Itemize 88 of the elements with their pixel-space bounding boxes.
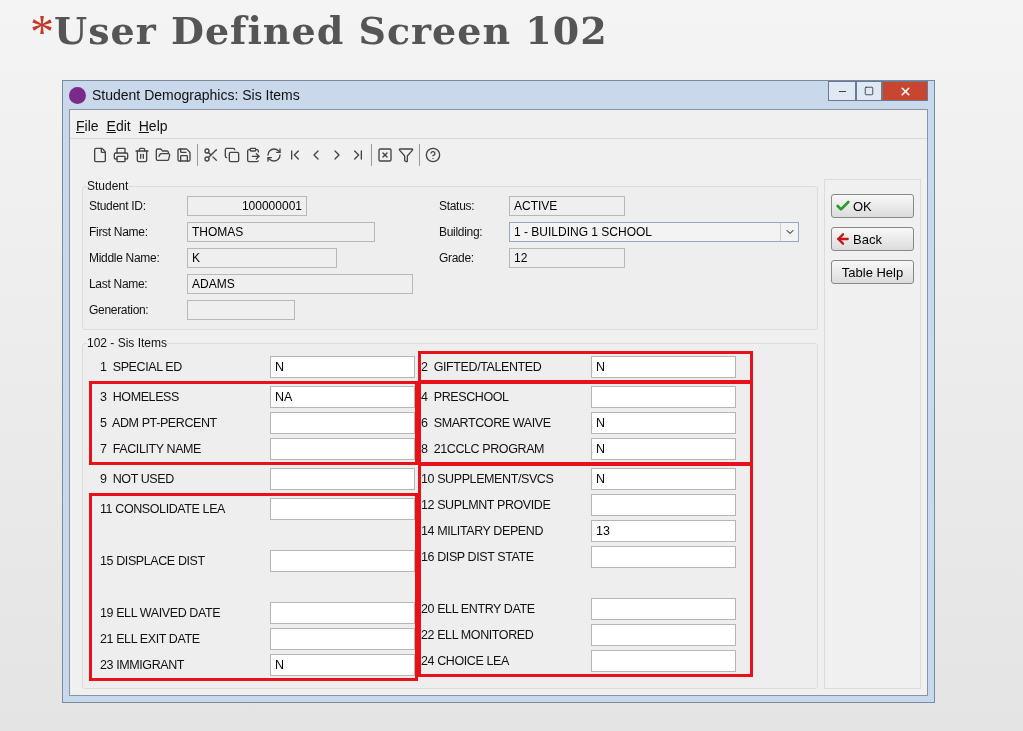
window-title: Student Demographics: Sis Items (92, 87, 301, 103)
input-field[interactable]: N (591, 356, 736, 378)
help-button[interactable]: Table Help (831, 260, 914, 284)
save-icon[interactable] (176, 147, 192, 163)
input-field[interactable] (270, 550, 415, 572)
input-field[interactable] (270, 468, 415, 490)
copy-icon[interactable] (224, 147, 240, 163)
group-title: 102 - Sis Items (87, 336, 168, 350)
input-field[interactable] (591, 650, 736, 672)
input-field[interactable]: K (187, 248, 337, 268)
input-field[interactable] (591, 624, 736, 646)
item-label: 20 ELL ENTRY DATE (421, 602, 536, 616)
help-icon[interactable] (425, 147, 441, 163)
close-icon (898, 84, 912, 98)
input-field[interactable]: 12 (509, 248, 625, 268)
field-label: Status: (439, 199, 476, 213)
item-label: 3 HOMELESS (100, 390, 180, 404)
input-field[interactable]: N (270, 654, 415, 676)
input-field[interactable]: ACTIVE (509, 196, 625, 216)
input-field[interactable] (591, 546, 736, 568)
item-label: 19 ELL WAIVED DATE (100, 606, 222, 620)
input-field[interactable]: NA (270, 386, 415, 408)
close-icon[interactable] (377, 147, 393, 163)
input-field[interactable]: ADAMS (187, 274, 413, 294)
scissors-icon[interactable] (203, 147, 219, 163)
building-dropdown[interactable]: 1 - BUILDING 1 SCHOOL (509, 222, 799, 242)
item-label: 5 ADM PT-PERCENT (100, 416, 218, 430)
item-label: 23 IMMIGRANT (100, 658, 186, 672)
app-logo-icon (69, 86, 86, 104)
input-field[interactable] (187, 300, 295, 320)
item-label: 4 PRESCHOOL (421, 390, 510, 404)
item-label: 24 CHOICE LEA (421, 654, 510, 668)
paste-icon[interactable] (245, 147, 261, 163)
field-label: Generation: (89, 303, 150, 317)
ok-button[interactable]: OK (831, 194, 914, 218)
item-label: 21 ELL EXIT DATE (100, 632, 201, 646)
item-label: 15 DISPLACE DIST (100, 554, 206, 568)
back-button[interactable]: Back (831, 227, 914, 251)
maximize-button[interactable] (856, 81, 882, 101)
input-field[interactable] (270, 438, 415, 460)
item-label: 6 SMARTCORE WAIVE (421, 416, 552, 430)
trash-icon[interactable] (134, 147, 150, 163)
input-field[interactable] (591, 494, 736, 516)
input-field[interactable]: N (591, 412, 736, 434)
field-label: Building: (439, 225, 484, 239)
close-button[interactable] (882, 81, 928, 101)
item-label: 16 DISP DIST STATE (421, 550, 535, 564)
item-label: 9 NOT USED (100, 472, 175, 486)
input-field[interactable] (591, 386, 736, 408)
item-label: 11 CONSOLIDATE LEA (100, 502, 227, 516)
printer-icon[interactable] (113, 147, 129, 163)
item-label: 10 SUPPLEMENT/SVCS (421, 472, 555, 486)
input-field[interactable] (270, 412, 415, 434)
input-field[interactable]: N (591, 468, 736, 490)
item-label: 1 SPECIAL ED (100, 360, 183, 374)
minimize-button[interactable] (828, 81, 856, 101)
filter-icon[interactable] (398, 147, 414, 163)
field-label: First Name: (89, 225, 149, 239)
refresh-icon[interactable] (266, 147, 282, 163)
input-field[interactable] (270, 602, 415, 624)
field-label: Student ID: (89, 199, 147, 213)
input-field[interactable] (270, 498, 415, 520)
group-title: Student (87, 179, 129, 193)
input-field[interactable]: 100000001 (187, 196, 307, 216)
folder-icon[interactable] (155, 147, 171, 163)
field-label: Grade: (439, 251, 475, 265)
item-label: 8 21CCLC PROGRAM (421, 442, 546, 456)
check-icon (835, 198, 851, 214)
item-label: 22 ELL MONITORED (421, 628, 535, 642)
field-label: Last Name: (89, 277, 149, 291)
slide-title: User Defined Screen 102 (54, 8, 608, 53)
maximize-icon (864, 86, 874, 96)
item-label: 7 FACILITY NAME (100, 442, 203, 456)
field-label: Middle Name: (89, 251, 161, 265)
item-label: 12 SUPLMNT PROVIDE (421, 498, 552, 512)
input-field[interactable] (270, 628, 415, 650)
input-field[interactable]: 13 (591, 520, 736, 542)
input-field[interactable]: N (270, 356, 415, 378)
menu-item[interactable]: Help (138, 118, 168, 134)
input-field[interactable]: THOMAS (187, 222, 375, 242)
item-label: 2 GIFTED/TALENTED (421, 360, 543, 374)
menu-item[interactable]: Edit (106, 118, 131, 134)
menu-item[interactable]: File (76, 118, 99, 134)
input-field[interactable] (591, 598, 736, 620)
bullet-mark: * (30, 8, 54, 56)
item-label: 14 MILITARY DEPEND (421, 524, 544, 538)
document-icon[interactable] (92, 147, 108, 163)
input-field[interactable]: N (591, 438, 736, 460)
